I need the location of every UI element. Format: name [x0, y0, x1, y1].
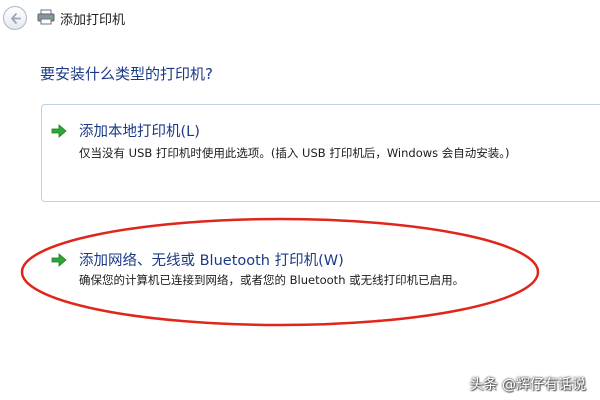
option-title: 添加本地打印机(L)	[79, 124, 200, 140]
option-description: 确保您的计算机已连接到网络，或者您的 Bluetooth 或无线打印机已启用。	[79, 273, 465, 287]
add-local-printer-option[interactable]: 添加本地打印机(L) 仅当没有 USB 打印机时使用此选项。(插入 USB 打印…	[41, 104, 600, 202]
option-title: 添加网络、无线或 Bluetooth 打印机(W)	[79, 253, 344, 269]
watermark: 头条 @辉仔有话说	[469, 377, 586, 393]
window-title: 添加打印机	[60, 13, 126, 28]
back-button[interactable]	[3, 6, 27, 30]
title-bar: 添加打印机	[0, 0, 600, 36]
printer-icon	[37, 9, 55, 25]
green-arrow-icon	[51, 253, 67, 267]
green-arrow-icon	[51, 124, 67, 138]
option-description: 仅当没有 USB 打印机时使用此选项。(插入 USB 打印机后，Windows …	[79, 146, 510, 160]
page-heading: 要安装什么类型的打印机?	[40, 65, 213, 83]
add-network-printer-option[interactable]: 添加网络、无线或 Bluetooth 打印机(W) 确保您的计算机已连接到网络，…	[41, 238, 600, 336]
back-arrow-icon	[11, 13, 21, 24]
